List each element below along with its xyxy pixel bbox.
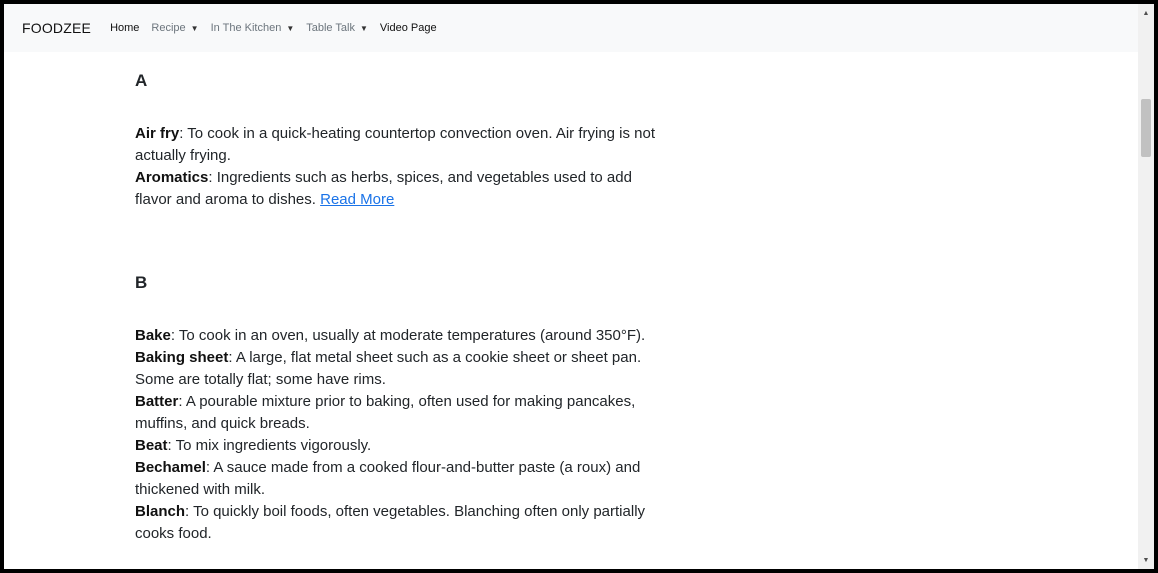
glossary-entry: Aromatics: Ingredients such as herbs, sp… (135, 167, 665, 211)
nav-video-page[interactable]: Video Page (380, 22, 437, 34)
nav-table-talk-label: Table Talk (306, 22, 355, 34)
glossary-entry: Blanch: To quickly boil foods, often veg… (135, 501, 665, 545)
nav-video-page-label: Video Page (379, 22, 437, 34)
glossary-definition: : To quickly boil foods, often vegetable… (135, 503, 646, 542)
glossary-definition: : To mix ingredients vigorously. (167, 437, 372, 454)
caret-down-icon: ▼ (190, 23, 199, 33)
read-more-link[interactable]: Read More (320, 191, 394, 208)
glossary-entry: Air fry: To cook in a quick-heating coun… (135, 123, 665, 167)
glossary-entry: Baking sheet: A large, flat metal sheet … (135, 347, 665, 391)
scroll-up-arrow-icon[interactable]: ▲ (1138, 6, 1154, 22)
glossary-term: Aromatics (135, 169, 209, 186)
nav-home[interactable]: Home (110, 22, 139, 34)
glossary-entry: Batter: A pourable mixture prior to baki… (135, 391, 665, 435)
glossary-entry: Bake: To cook in an oven, usually at mod… (135, 325, 665, 347)
top-navbar: FOODZEE Home Recipe ▼ In The Kitchen ▼ Tab… (4, 4, 1138, 52)
glossary-term: Air fry (135, 125, 180, 142)
vertical-scrollbar[interactable]: ▲ ▼ (1138, 4, 1154, 569)
glossary-term: Bechamel (135, 459, 206, 476)
scrollbar-thumb[interactable] (1141, 99, 1151, 157)
nav-recipe-label: Recipe (151, 22, 186, 34)
glossary-definition: : To cook in an oven, usually at moderat… (170, 327, 646, 344)
glossary-definition: : A pourable mixture prior to baking, of… (135, 393, 636, 432)
section-letter-b: B (135, 273, 148, 292)
nav-in-the-kitchen-dropdown[interactable]: In The Kitchen ▼ (211, 22, 295, 34)
glossary-term: Beat (135, 437, 168, 454)
section-a-entries: Air fry: To cook in a quick-heating coun… (135, 123, 665, 211)
glossary-term: Batter (135, 393, 179, 410)
glossary-definition: : A sauce made from a cooked flour-and-b… (135, 459, 641, 498)
nav-table-talk-dropdown[interactable]: Table Talk ▼ (306, 22, 368, 34)
nav-home-label: Home (110, 22, 140, 34)
glossary-term: Blanch (135, 503, 186, 520)
glossary-term: Bake (135, 327, 171, 344)
caret-down-icon: ▼ (359, 23, 368, 33)
section-b-entries: Bake: To cook in an oven, usually at mod… (135, 325, 665, 545)
caret-down-icon: ▼ (286, 23, 295, 33)
browser-viewport: FOODZEE Home Recipe ▼ In The Kitchen ▼ Tab… (4, 4, 1154, 569)
scroll-down-arrow-icon[interactable]: ▼ (1138, 553, 1154, 569)
brand-logo[interactable]: FOODZEE (22, 20, 91, 36)
nav-in-the-kitchen-label: In The Kitchen (210, 22, 282, 34)
section-letter-a: A (135, 71, 148, 90)
glossary-term: Baking sheet (135, 349, 229, 366)
glossary-content: A Air fry: To cook in a quick-heating co… (135, 52, 665, 545)
glossary-entry: Bechamel: A sauce made from a cooked flo… (135, 457, 665, 501)
glossary-definition: : To cook in a quick-heating countertop … (135, 125, 656, 164)
glossary-entry: Beat: To mix ingredients vigorously. (135, 435, 665, 457)
nav-recipe-dropdown[interactable]: Recipe ▼ (151, 22, 198, 34)
